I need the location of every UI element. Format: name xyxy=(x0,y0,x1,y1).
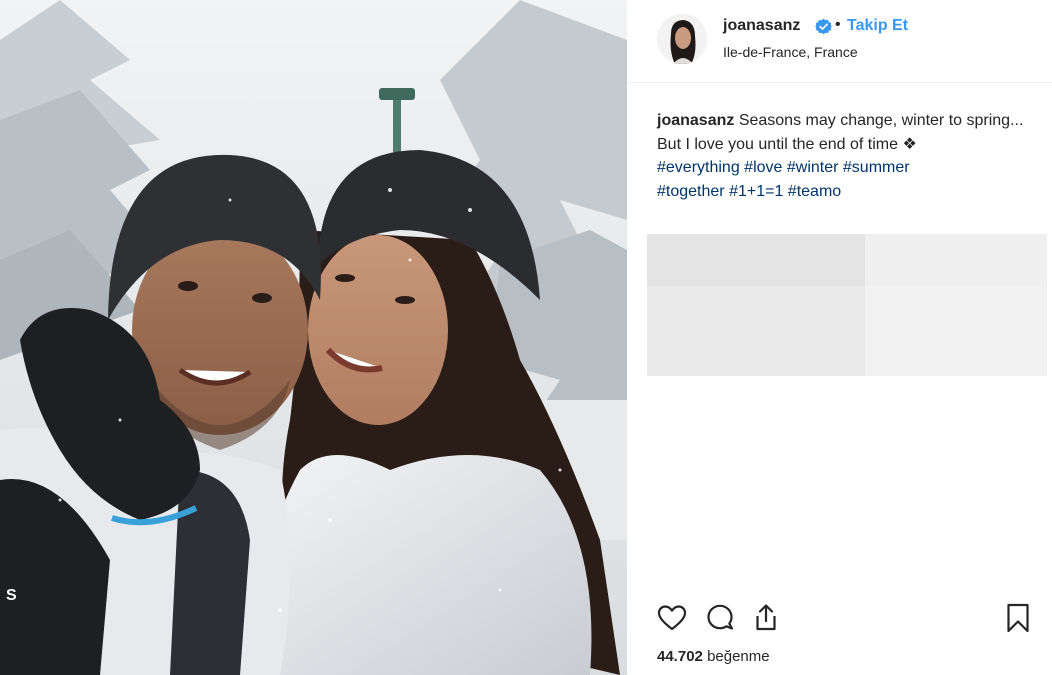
blur-block xyxy=(865,234,1047,286)
hashtag[interactable]: #together xyxy=(657,183,725,200)
post-location[interactable]: Ile-de-France, France xyxy=(723,44,858,60)
hashtag[interactable]: #winter xyxy=(787,159,839,176)
hashtags-line-1: #everything #love #winter #summer xyxy=(657,156,1027,180)
avatar[interactable] xyxy=(657,14,707,64)
share-icon[interactable] xyxy=(749,601,783,635)
blur-block xyxy=(647,234,865,286)
action-bar xyxy=(627,590,1052,641)
hashtag[interactable]: #1+1=1 xyxy=(729,183,783,200)
caption-username[interactable]: joanasanz xyxy=(657,112,734,129)
post-username[interactable]: joanasanz xyxy=(723,17,800,35)
verified-badge-icon xyxy=(815,18,832,35)
heart-icon[interactable] xyxy=(655,601,689,635)
avatar-image xyxy=(657,14,707,64)
comment-icon[interactable] xyxy=(703,601,737,635)
bookmark-icon[interactable] xyxy=(1001,601,1035,635)
likes-count[interactable]: 44.702 beğenme xyxy=(657,648,770,665)
caption-line-1: joanasanz Seasons may change, winter to … xyxy=(657,109,1027,133)
likes-number: 44.702 xyxy=(657,648,703,665)
hashtags-line-2: #together #1+1=1 #teamo xyxy=(657,180,1027,204)
post-header: joanasanz • Takip Et Ile-de-France, Fran… xyxy=(627,0,1052,83)
post-side-panel: joanasanz • Takip Et Ile-de-France, Fran… xyxy=(627,0,1052,675)
salomon-logo: S xyxy=(6,587,17,604)
hashtag[interactable]: #teamo xyxy=(788,183,841,200)
blurred-comments xyxy=(647,234,1047,376)
follow-button[interactable]: Takip Et xyxy=(847,17,908,35)
caption-text-2: But I love you until the end of time ❖ xyxy=(657,135,917,153)
post-photo[interactable]: S xyxy=(0,0,627,675)
likes-label: beğenme xyxy=(707,648,770,665)
hashtag[interactable]: #love xyxy=(744,159,782,176)
post-caption: joanasanz Seasons may change, winter to … xyxy=(657,109,1027,203)
separator-dot: • xyxy=(835,16,841,33)
hashtag[interactable]: #summer xyxy=(843,159,910,176)
caption-text-1: Seasons may change, winter to spring... xyxy=(738,112,1024,129)
blur-block xyxy=(865,286,1047,376)
couple-selfie-image: S xyxy=(0,0,627,675)
blur-block xyxy=(647,286,865,376)
hashtag[interactable]: #everything xyxy=(657,159,740,176)
instagram-post: S joanasanz • Takip Et Ile-de-France, Fr… xyxy=(0,0,1052,675)
